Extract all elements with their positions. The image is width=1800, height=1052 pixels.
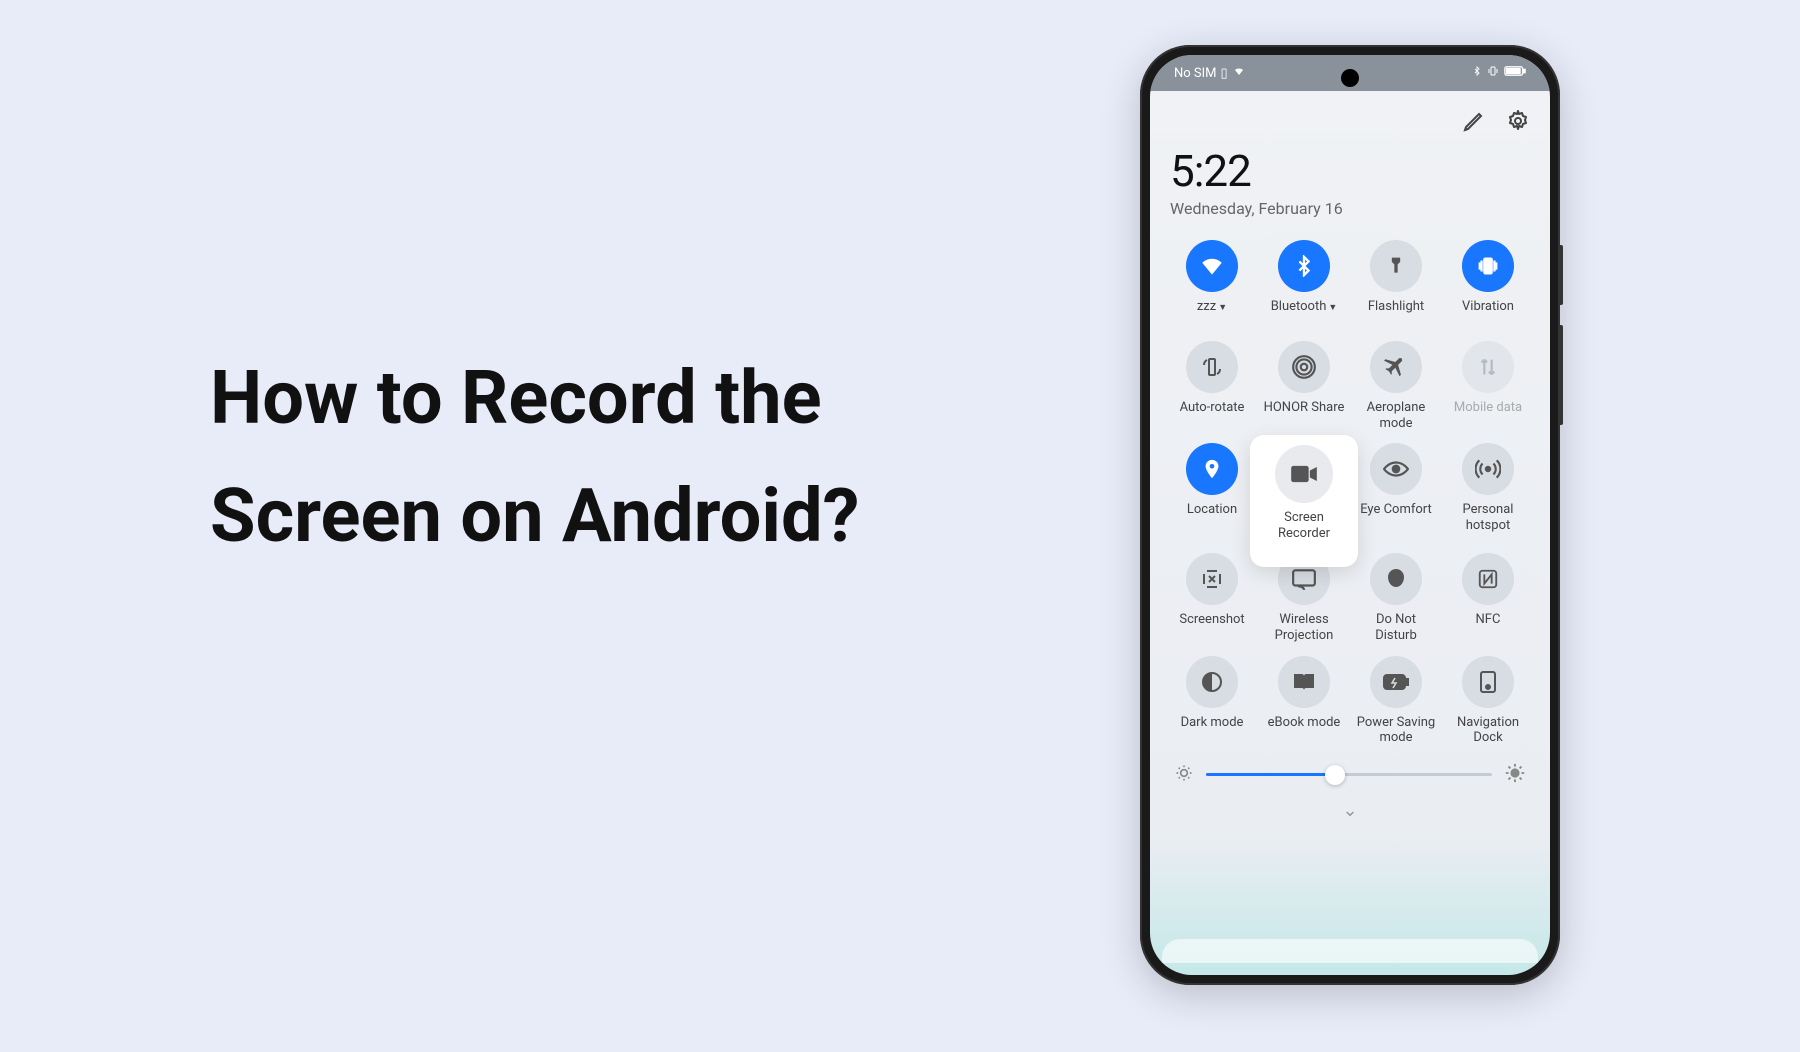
aeroplane-icon	[1370, 341, 1422, 393]
tile-screenrecorder-label: Screen Recorder	[1262, 510, 1346, 541]
tile-screenshot-label: Screenshot	[1179, 612, 1244, 642]
tile-bluetooth[interactable]: Bluetooth▼	[1262, 240, 1346, 329]
tile-dnd[interactable]: Do Not Disturb	[1354, 553, 1438, 643]
tile-autorotate[interactable]: Auto-rotate	[1170, 341, 1254, 431]
brightness-low-icon	[1174, 763, 1194, 787]
tile-wifi-label: zzz	[1197, 299, 1216, 314]
tile-eyecomfort[interactable]: Eye Comfort	[1354, 443, 1438, 541]
tile-flashlight-label: Flashlight	[1368, 299, 1424, 329]
chevron-down-icon: ▼	[1218, 303, 1227, 313]
tile-nfc[interactable]: NFC	[1446, 553, 1530, 643]
tile-honorshare[interactable]: HONOR Share	[1262, 341, 1346, 431]
sim-icon: ▯	[1221, 66, 1228, 81]
mobiledata-icon	[1462, 341, 1514, 393]
tile-screenshot[interactable]: Screenshot	[1170, 553, 1254, 643]
tile-bluetooth-label: Bluetooth	[1271, 299, 1327, 314]
tile-powersaving[interactable]: Power Saving mode	[1354, 656, 1438, 746]
tile-location-label: Location	[1187, 502, 1237, 532]
tile-aeroplane[interactable]: Aeroplane mode	[1354, 341, 1438, 431]
tile-flashlight[interactable]: Flashlight	[1354, 240, 1438, 329]
phone-frame: No SIM ▯	[1140, 45, 1560, 985]
clock-time: 5:22	[1170, 145, 1530, 197]
headline-line-1: How to Record the	[210, 340, 859, 458]
nfc-icon	[1462, 553, 1514, 605]
tile-dnd-label: Do Not Disturb	[1354, 612, 1438, 643]
tile-ebook[interactable]: eBook mode	[1262, 656, 1346, 746]
darkmode-icon	[1186, 656, 1238, 708]
tile-honorshare-label: HONOR Share	[1264, 400, 1345, 430]
screenrecorder-icon	[1275, 445, 1333, 503]
vibrate-status-icon	[1486, 65, 1500, 81]
tile-navdock[interactable]: Navigation Dock	[1446, 656, 1530, 746]
headline-line-2: Screen on Android?	[210, 458, 859, 576]
brightness-fill	[1206, 773, 1335, 776]
autorotate-icon	[1186, 341, 1238, 393]
tile-aeroplane-label: Aeroplane mode	[1354, 400, 1438, 431]
bottom-panel-peek	[1162, 939, 1538, 963]
gear-icon[interactable]	[1506, 109, 1530, 137]
brightness-slider[interactable]	[1170, 762, 1530, 788]
bluetooth-status-icon	[1472, 64, 1482, 82]
tile-autorotate-label: Auto-rotate	[1180, 400, 1245, 430]
tile-navdock-label: Navigation Dock	[1446, 715, 1530, 746]
panel-handle-icon[interactable]: ⌄	[1170, 800, 1530, 821]
tile-wifi[interactable]: zzz▼	[1170, 240, 1254, 329]
ebook-icon	[1278, 656, 1330, 708]
vibration-icon	[1462, 240, 1514, 292]
tile-screenrecorder[interactable]: Screen Recorder	[1262, 443, 1346, 541]
brightness-track[interactable]	[1206, 773, 1492, 776]
tile-mobiledata-label: Mobile data	[1454, 400, 1522, 430]
chevron-down-icon: ▼	[1328, 303, 1337, 313]
honorshare-icon	[1278, 341, 1330, 393]
wifi-icon	[1186, 240, 1238, 292]
brightness-thumb[interactable]	[1325, 765, 1345, 785]
status-no-sim: No SIM	[1174, 66, 1217, 81]
battery-status-icon	[1504, 65, 1526, 81]
tile-darkmode-label: Dark mode	[1181, 715, 1244, 745]
eyecomfort-icon	[1370, 443, 1422, 495]
edit-icon[interactable]	[1462, 109, 1486, 137]
bluetooth-icon	[1278, 240, 1330, 292]
tile-location[interactable]: Location	[1170, 443, 1254, 541]
location-icon	[1186, 443, 1238, 495]
tile-vibration[interactable]: Vibration	[1446, 240, 1530, 329]
tile-eyecomfort-label: Eye Comfort	[1360, 502, 1432, 532]
tile-nfc-label: NFC	[1476, 612, 1501, 642]
headline-text: How to Record the Screen on Android?	[210, 340, 859, 577]
powersaving-icon	[1370, 656, 1422, 708]
flashlight-icon	[1370, 240, 1422, 292]
tile-powersaving-label: Power Saving mode	[1354, 715, 1438, 746]
camera-hole	[1341, 69, 1359, 87]
phone-screen: No SIM ▯	[1150, 55, 1550, 975]
clock-date: Wednesday, February 16	[1170, 199, 1530, 218]
hotspot-icon	[1462, 443, 1514, 495]
screenshot-icon	[1186, 553, 1238, 605]
wifi-status-icon	[1232, 65, 1246, 81]
brightness-high-icon	[1504, 762, 1526, 788]
tile-darkmode[interactable]: Dark mode	[1170, 656, 1254, 746]
tile-hotspot-label: Personal hotspot	[1446, 502, 1530, 533]
tile-hotspot[interactable]: Personal hotspot	[1446, 443, 1530, 541]
navdock-icon	[1462, 656, 1514, 708]
dnd-icon	[1370, 553, 1422, 605]
tile-vibration-label: Vibration	[1462, 299, 1514, 329]
tile-ebook-label: eBook mode	[1268, 715, 1341, 745]
tile-wirelessproj-label: Wireless Projection	[1262, 612, 1346, 643]
tile-mobiledata[interactable]: Mobile data	[1446, 341, 1530, 431]
